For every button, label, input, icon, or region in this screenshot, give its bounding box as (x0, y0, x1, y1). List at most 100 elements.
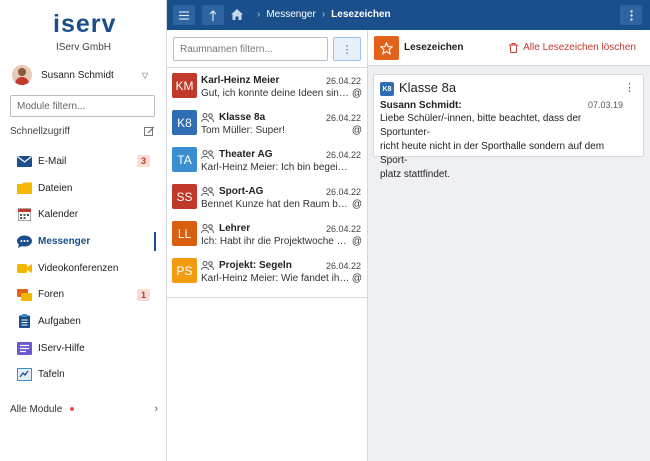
room-title: Sport-AG (201, 186, 263, 197)
sidebar-item-help[interactable]: IServ-Hilfe (0, 335, 167, 362)
room-avatar: LL (172, 221, 197, 246)
hamburger-icon (179, 10, 189, 20)
breadcrumb-messenger[interactable]: Messenger (266, 9, 315, 20)
user-name: Susann Schmidt (41, 69, 114, 81)
more-vertical-icon (629, 9, 633, 21)
room-date: 26.04.22 (325, 224, 361, 234)
sidebar-item-files[interactable]: Dateien (0, 175, 167, 202)
room-item[interactable]: SS Sport-AG 26.04.22 Bennet Kunze hat de… (167, 179, 368, 216)
room-title-text: Karl-Heinz Meier (201, 75, 280, 86)
room-date: 26.04.22 (325, 187, 361, 197)
forum-icon (16, 288, 32, 302)
avatar (12, 65, 32, 85)
bookmark-card[interactable]: K8 Klasse 8a ⋮ Susann Schmidt: 07.03.19 … (373, 74, 644, 180)
more-vertical-icon[interactable]: ⋮ (624, 81, 635, 94)
all-modules-link[interactable]: Alle Module › (10, 403, 158, 415)
bookmarks-star-button[interactable] (374, 36, 399, 60)
group-icon (201, 187, 214, 196)
mail-icon (16, 154, 32, 168)
rooms-options-button[interactable]: ⋮ (333, 37, 361, 61)
menu-button[interactable] (173, 5, 195, 25)
room-avatar: PS (172, 258, 197, 283)
help-icon (16, 341, 32, 355)
sidebar-item-tasks[interactable]: Aufgaben (0, 308, 167, 335)
sidebar-item-calendar[interactable]: Kalender (0, 201, 167, 228)
more-vertical-icon: ⋮ (341, 43, 353, 56)
chevron-right-icon: › (154, 403, 158, 415)
group-icon (201, 261, 214, 270)
top-bar: › Messenger › Lesezeichen (167, 0, 650, 30)
sidebar-item-messenger[interactable]: Messenger (0, 228, 167, 255)
mention-icon: @ (351, 236, 362, 247)
room-date: 26.04.22 (325, 261, 361, 271)
room-last-message: Karl-Heinz Meier: Wie fandet ihr die Tou… (201, 273, 351, 284)
bookmark-message: Liebe Schüler/-innen, bitte beachtet, da… (380, 112, 630, 182)
group-icon (201, 150, 214, 159)
sidebar-item-label: Foren (38, 289, 65, 301)
home-icon[interactable] (231, 9, 243, 20)
divider (167, 297, 368, 298)
room-avatar: K8 (172, 110, 197, 135)
unread-badge: 1 (136, 288, 150, 301)
room-date: 26.04.22 (325, 150, 361, 160)
clear-bookmarks-label: Alle Lesezeichen löschen (523, 42, 636, 53)
breadcrumb-current: Lesezeichen (331, 9, 391, 20)
breadcrumb-separator: › (257, 9, 261, 20)
room-title: Theater AG (201, 149, 273, 160)
room-item[interactable]: K8 Klasse 8a 26.04.22 Tom Müller: Super!… (167, 105, 368, 142)
room-item[interactable]: PS Projekt: Segeln 26.04.22 Karl-Heinz M… (167, 253, 368, 290)
all-modules-label: Alle Module (10, 403, 63, 415)
room-item[interactable]: TA Theater AG 26.04.22 Karl-Heinz Meier:… (167, 142, 368, 179)
bookmarks-title: Lesezeichen (404, 42, 464, 53)
sidebar-item-email[interactable]: E-Mail 3 (0, 148, 167, 175)
room-title: Lehrer (201, 223, 250, 234)
calendar-icon (16, 208, 32, 222)
bookmarks-header: Lesezeichen Alle Lesezeichen löschen (368, 30, 650, 66)
sidebar-item-label: Kalender (38, 209, 79, 221)
clear-bookmarks-button[interactable]: Alle Lesezeichen löschen (509, 42, 636, 53)
chat-icon (16, 234, 32, 248)
arrow-up-icon (209, 9, 217, 21)
edit-icon[interactable] (144, 126, 155, 137)
message-line: Liebe Schüler/-innen, bitte beachtet, da… (380, 113, 582, 138)
sidebar-item-boards[interactable]: Tafeln (0, 362, 167, 389)
room-title: Karl-Heinz Meier (201, 75, 279, 86)
tasks-icon (16, 314, 32, 329)
sidebar: iserv IServ GmbH Susann Schmidt ▽ Schnel… (0, 0, 167, 461)
sidebar-item-label: Tafeln (38, 369, 65, 381)
room-last-message: Karl-Heinz Meier: Ich bin begeistert! (201, 162, 351, 173)
trash-icon (509, 42, 519, 53)
room-last-message: Bennet Kunze hat den Raum betreten. (201, 199, 351, 210)
room-title: Projekt: Segeln (201, 260, 292, 271)
mention-icon: @ (351, 125, 362, 136)
room-title-text: Theater AG (219, 149, 273, 160)
group-icon (201, 224, 214, 233)
user-menu[interactable]: Susann Schmidt ▽ (10, 62, 154, 88)
message-line: richt heute nicht in der Sporthalle sond… (380, 141, 605, 166)
quick-access-header: Schnellzugriff (10, 126, 155, 137)
bookmark-sender: Susann Schmidt: (380, 100, 462, 111)
bookmarks-panel: Lesezeichen Alle Lesezeichen löschen K8 … (368, 30, 650, 461)
sidebar-item-video[interactable]: Videokonferenzen (0, 255, 167, 282)
room-filter-input[interactable] (173, 37, 328, 61)
board-icon (16, 368, 32, 382)
room-last-message: Ich: Habt ihr die Projektwoche geplant? (201, 236, 351, 247)
sidebar-item-label: Videokonferenzen (38, 262, 119, 274)
room-item[interactable]: LL Lehrer 26.04.22 Ich: Habt ihr die Pro… (167, 216, 368, 253)
star-icon (380, 41, 393, 55)
room-title-text: Lehrer (219, 223, 251, 234)
sidebar-item-label: Dateien (38, 182, 73, 194)
room-list: KM Karl-Heinz Meier 26.04.22 Gut, ich ko… (167, 68, 368, 290)
sidebar-item-label: IServ-Hilfe (38, 342, 85, 354)
svg-text:iserv: iserv (53, 10, 115, 36)
module-filter-input[interactable] (10, 95, 155, 117)
sidebar-item-forums[interactable]: Foren 1 (0, 281, 167, 308)
up-button[interactable] (202, 5, 224, 25)
room-item[interactable]: KM Karl-Heinz Meier 26.04.22 Gut, ich ko… (167, 68, 368, 105)
topbar-more-button[interactable] (620, 5, 642, 25)
quick-access-label: Schnellzugriff (10, 126, 70, 137)
room-avatar: SS (172, 184, 197, 209)
room-date: 26.04.22 (325, 113, 361, 123)
sidebar-item-label: E-Mail (38, 155, 67, 167)
iserv-logo[interactable]: iserv (53, 10, 115, 36)
